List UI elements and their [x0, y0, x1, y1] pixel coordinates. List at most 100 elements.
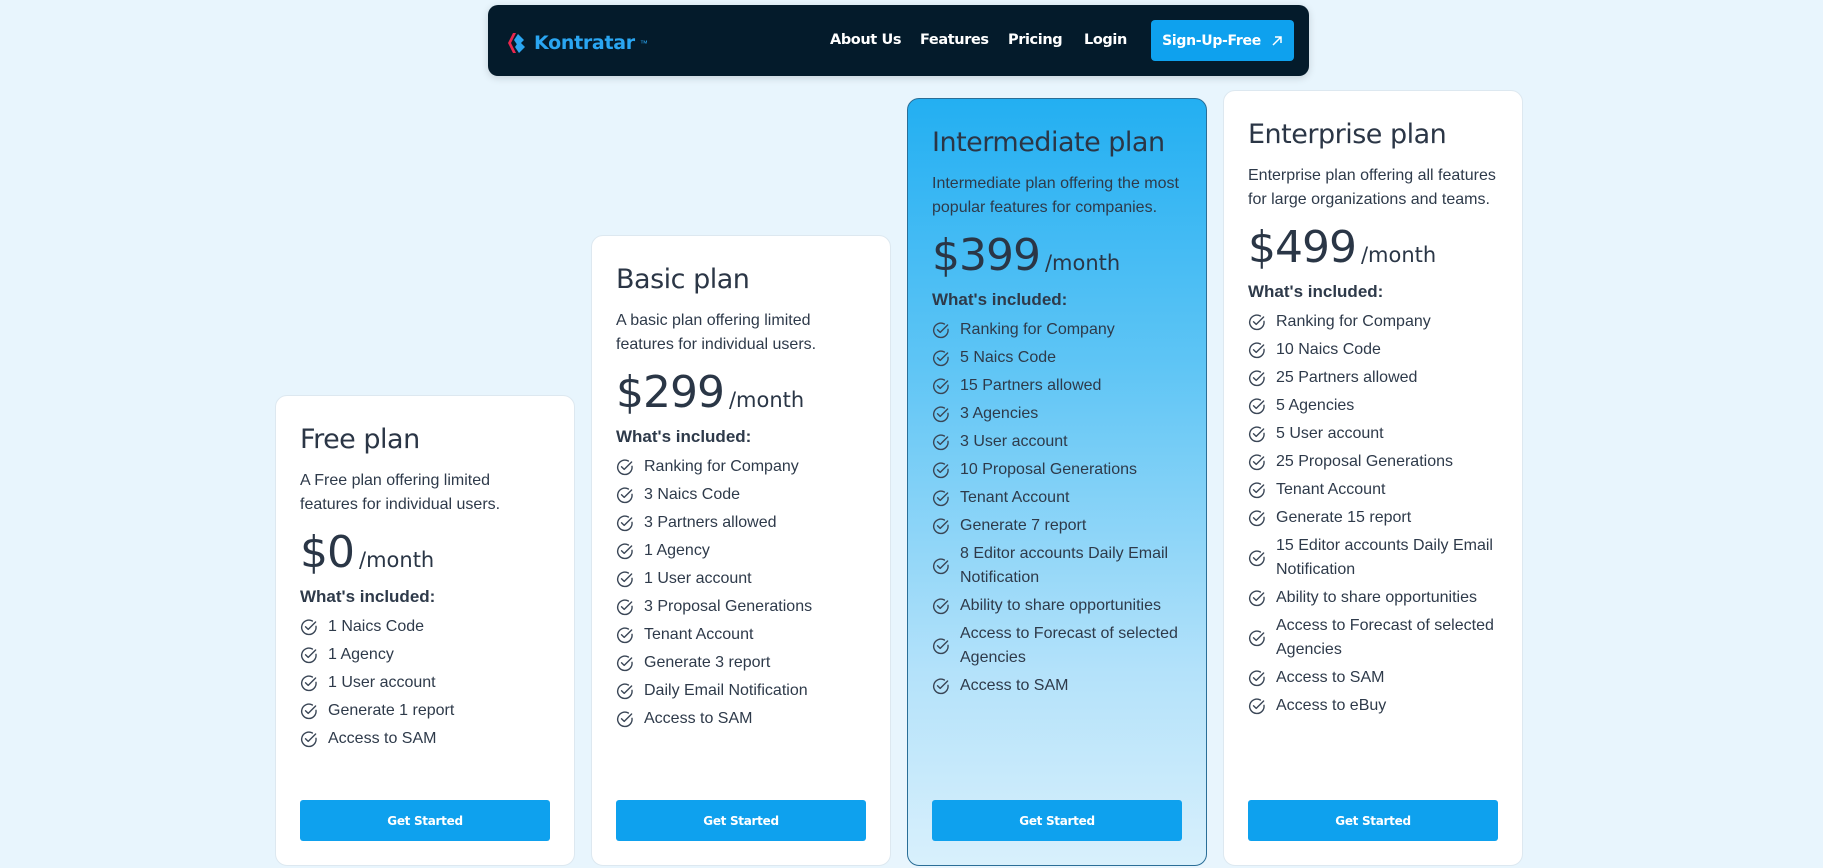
feature-item: 5 Agencies — [1248, 392, 1498, 420]
check-circle-icon — [1248, 314, 1265, 331]
feature-text: Generate 3 report — [644, 654, 771, 671]
feature-item: Access to SAM — [616, 705, 866, 733]
feature-text: 15 Partners allowed — [960, 377, 1102, 394]
nav-link-login[interactable]: Login — [1084, 32, 1127, 48]
feature-item: 1 User account — [300, 669, 550, 697]
feature-list: Ranking for Company 5 Naics Code 15 Part… — [932, 316, 1182, 700]
plan-period: /month — [728, 388, 805, 412]
check-circle-icon — [932, 462, 949, 479]
check-circle-icon — [616, 515, 633, 532]
check-circle-icon — [1248, 698, 1265, 715]
feature-text: 1 User account — [644, 570, 752, 587]
plan-description: Intermediate plan offering the most popu… — [932, 175, 1179, 216]
whats-included-heading: What's included: — [300, 587, 436, 606]
feature-item: 15 Editor accounts Daily Email Notificat… — [1248, 532, 1498, 584]
check-circle-icon — [932, 406, 949, 423]
feature-text: Generate 15 report — [1276, 509, 1412, 526]
feature-item: Tenant Account — [1248, 476, 1498, 504]
check-circle-icon — [932, 490, 949, 507]
plan-period: /month — [359, 548, 435, 572]
check-circle-icon — [1248, 510, 1265, 527]
feature-text: Tenant Account — [960, 489, 1070, 506]
sign-up-free-button[interactable]: Sign-Up-Free — [1151, 20, 1294, 61]
feature-text: Ranking for Company — [644, 458, 799, 475]
feature-item: Access to SAM — [932, 672, 1182, 700]
check-circle-icon — [1248, 482, 1265, 499]
feature-item: Ranking for Company — [1248, 308, 1498, 336]
feature-item: Ability to share opportunities — [1248, 584, 1498, 612]
feature-item: Ranking for Company — [616, 453, 866, 481]
feature-text: Access to SAM — [328, 730, 437, 747]
feature-text: 25 Proposal Generations — [1276, 453, 1453, 470]
nav-link-features[interactable]: Features — [920, 32, 989, 48]
feature-item: Generate 1 report — [300, 697, 550, 725]
check-circle-icon — [932, 350, 949, 367]
feature-item: 10 Naics Code — [1248, 336, 1498, 364]
feature-text: 1 User account — [328, 674, 436, 691]
plan-price-row: $0 /month — [300, 527, 550, 579]
check-circle-icon — [1248, 670, 1265, 687]
feature-item: Generate 15 report — [1248, 504, 1498, 532]
check-circle-icon — [1248, 630, 1265, 647]
check-circle-icon — [616, 599, 633, 616]
feature-item: Access to Forecast of selected Agencies — [1248, 612, 1498, 664]
check-circle-icon — [616, 683, 633, 700]
get-started-button[interactable]: Get Started — [932, 800, 1182, 841]
feature-item: 15 Partners allowed — [932, 372, 1182, 400]
feature-item: 3 User account — [932, 428, 1182, 456]
feature-text: Access to SAM — [644, 710, 753, 727]
feature-list: Ranking for Company 10 Naics Code 25 Par… — [1248, 308, 1498, 720]
feature-item: 5 Naics Code — [932, 344, 1182, 372]
check-circle-icon — [300, 619, 317, 636]
plan-period: /month — [1044, 251, 1121, 275]
arrow-up-right-icon — [1272, 35, 1282, 46]
check-circle-icon — [1248, 342, 1265, 359]
check-circle-icon — [1248, 454, 1265, 471]
feature-text: Access to Forecast of selected Agencies — [960, 625, 1178, 666]
feature-item: Access to SAM — [1248, 664, 1498, 692]
check-circle-icon — [932, 598, 949, 615]
feature-item: 3 Partners allowed — [616, 509, 866, 537]
feature-item: 1 Agency — [616, 537, 866, 565]
nav-link-pricing[interactable]: Pricing — [1008, 32, 1063, 48]
feature-text: 5 User account — [1276, 425, 1384, 442]
plan-title: Intermediate plan — [932, 127, 1165, 158]
plan-price: $299 — [616, 367, 725, 418]
check-circle-icon — [300, 675, 317, 692]
feature-item: Access to SAM — [300, 725, 550, 753]
plan-description: A Free plan offering limited features fo… — [300, 472, 501, 513]
plan-title: Free plan — [300, 424, 420, 455]
plan-price-row: $299 /month — [616, 367, 866, 419]
feature-item: Generate 7 report — [932, 512, 1182, 540]
plan-price: $499 — [1248, 222, 1357, 273]
check-circle-icon — [616, 627, 633, 644]
feature-text: 3 User account — [960, 433, 1068, 450]
check-circle-icon — [1248, 398, 1265, 415]
feature-text: Tenant Account — [1276, 481, 1386, 498]
check-circle-icon — [1248, 590, 1265, 607]
feature-item: 1 User account — [616, 565, 866, 593]
feature-text: 1 Agency — [644, 542, 710, 559]
feature-item: 1 Naics Code — [300, 613, 550, 641]
check-circle-icon — [932, 378, 949, 395]
feature-text: Ability to share opportunities — [1276, 589, 1477, 606]
feature-text: 15 Editor accounts Daily Email Notificat… — [1276, 537, 1493, 578]
feature-item: 8 Editor accounts Daily Email Notificati… — [932, 540, 1182, 592]
feature-text: Ranking for Company — [1276, 313, 1431, 330]
get-started-button[interactable]: Get Started — [300, 800, 550, 841]
feature-text: 25 Partners allowed — [1276, 369, 1418, 386]
get-started-button[interactable]: Get Started — [616, 800, 866, 841]
plan-price: $0 — [300, 527, 355, 578]
check-circle-icon — [616, 571, 633, 588]
check-circle-icon — [932, 678, 949, 695]
plan-period: /month — [1360, 243, 1437, 267]
plan-price: $399 — [932, 230, 1041, 281]
feature-item: Daily Email Notification — [616, 677, 866, 705]
feature-text: 10 Proposal Generations — [960, 461, 1137, 478]
nav-link-about-us[interactable]: About Us — [830, 32, 901, 48]
get-started-button[interactable]: Get Started — [1248, 800, 1498, 841]
feature-text: 8 Editor accounts Daily Email Notificati… — [960, 545, 1169, 586]
plan-description: Enterprise plan offering all features fo… — [1248, 167, 1496, 208]
feature-text: Access to SAM — [960, 677, 1069, 694]
check-circle-icon — [300, 731, 317, 748]
